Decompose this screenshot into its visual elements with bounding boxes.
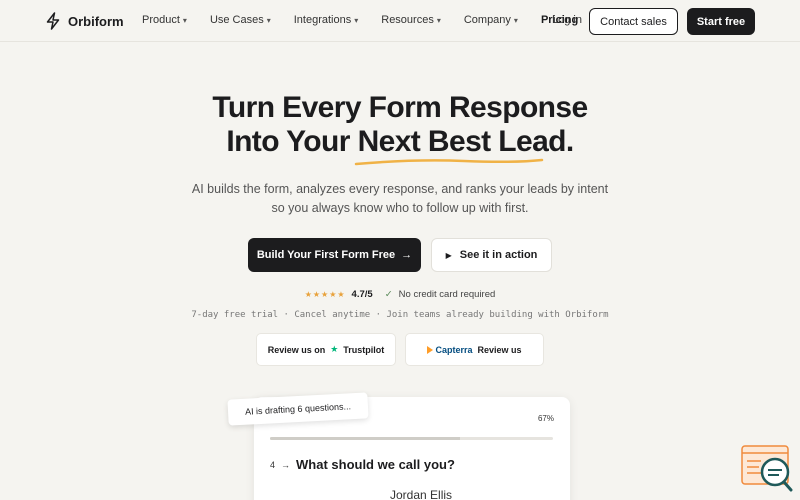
start-free-button[interactable]: Start free bbox=[687, 8, 755, 35]
answer-field[interactable]: Jordan Ellis bbox=[390, 488, 452, 500]
nav-item-label: Company bbox=[463, 14, 511, 26]
headline-highlight: Next Best Lead. bbox=[357, 125, 575, 158]
arrow-right-icon: → bbox=[281, 459, 291, 470]
top-nav: Orbiform Product ▾ Use Cases ▾ Integration… bbox=[0, 0, 800, 42]
bolt-icon bbox=[46, 12, 60, 30]
main-menu: Product ▾ Use Cases ▾ Integrations ▾ Resour… bbox=[142, 14, 601, 26]
build-first-form-button[interactable]: Build Your First Form Free → bbox=[248, 238, 421, 272]
hero-headline: Turn Every Form Response Into Your Next … bbox=[0, 91, 800, 159]
nav-item-integrations[interactable]: Integrations ▾ bbox=[294, 14, 359, 26]
nav-item-product[interactable]: Product ▾ bbox=[142, 14, 187, 26]
chevron-down-icon: ▾ bbox=[354, 15, 359, 25]
trial-info: 7-day free trial · Cancel anytime · Join… bbox=[191, 310, 609, 320]
question-number: 4 bbox=[270, 459, 276, 470]
capterra-suffix: Review us bbox=[477, 344, 522, 355]
progress-percent: 67% bbox=[537, 414, 554, 423]
chevron-down-icon: ▾ bbox=[266, 15, 271, 25]
chevron-down-icon: ▾ bbox=[182, 15, 187, 25]
nav-item-company[interactable]: Company ▾ bbox=[464, 14, 518, 26]
check-icon: ✓ bbox=[384, 289, 393, 300]
chevron-down-icon: ▾ bbox=[513, 15, 518, 25]
trustpilot-review-button[interactable]: Review us on ★ Trustpilot bbox=[256, 333, 396, 366]
subhead-line-1: AI builds the form, analyzes every respo… bbox=[191, 182, 609, 196]
capterra-mark-icon bbox=[427, 345, 434, 354]
question-row: 4 → What should we call you? bbox=[270, 457, 455, 472]
rating-row: ★★★★★ 4.7/5 ✓ No credit card required bbox=[0, 289, 800, 300]
headline-line-2-prefix: Into Your bbox=[226, 125, 358, 158]
capterra-name: Capterra bbox=[435, 344, 473, 355]
play-icon: ▶ bbox=[445, 250, 452, 260]
star-rating-icon: ★★★★★ bbox=[304, 290, 346, 299]
headline-underline bbox=[354, 158, 544, 166]
contact-sales-button[interactable]: Contact sales bbox=[589, 8, 678, 35]
no-card-text: No credit card required bbox=[398, 289, 496, 300]
trustpilot-star-icon: ★ bbox=[330, 344, 339, 354]
nav-item-label: Product bbox=[142, 14, 180, 26]
nav-item-label: Use Cases bbox=[209, 14, 264, 26]
capterra-logo: Capterra bbox=[427, 345, 472, 355]
brand-name: Orbiform bbox=[68, 13, 124, 29]
trustpilot-prefix: Review us on bbox=[267, 344, 326, 355]
nav-item-resources[interactable]: Resources ▾ bbox=[381, 14, 441, 26]
headline-line-1: Turn Every Form Response bbox=[212, 91, 588, 124]
see-in-action-button[interactable]: ▶ See it in action bbox=[431, 238, 552, 272]
progress-bar bbox=[270, 437, 553, 440]
nav-item-use-cases[interactable]: Use Cases ▾ bbox=[210, 14, 271, 26]
nav-item-label: Integrations bbox=[293, 14, 352, 26]
chat-support-icon[interactable] bbox=[741, 445, 793, 493]
see-button-label: See it in action bbox=[459, 249, 538, 261]
capterra-review-button[interactable]: Capterra Review us bbox=[405, 333, 544, 366]
brand-logo[interactable]: Orbiform bbox=[45, 12, 124, 30]
chevron-down-icon: ▾ bbox=[436, 15, 441, 25]
hero-subhead: AI builds the form, analyzes every respo… bbox=[0, 180, 800, 218]
login-link[interactable]: Log in bbox=[552, 14, 582, 26]
rating-score: 4.7/5 bbox=[351, 289, 373, 300]
progress-fill bbox=[270, 437, 460, 440]
question-text: What should we call you? bbox=[296, 457, 455, 472]
build-button-label: Build Your First Form Free bbox=[256, 249, 396, 261]
trustpilot-name: Trustpilot bbox=[343, 344, 385, 355]
nav-item-label: Resources bbox=[381, 14, 434, 26]
subhead-line-2: so you always know who to follow up with… bbox=[271, 201, 529, 215]
arrow-right-icon: → bbox=[401, 249, 413, 261]
